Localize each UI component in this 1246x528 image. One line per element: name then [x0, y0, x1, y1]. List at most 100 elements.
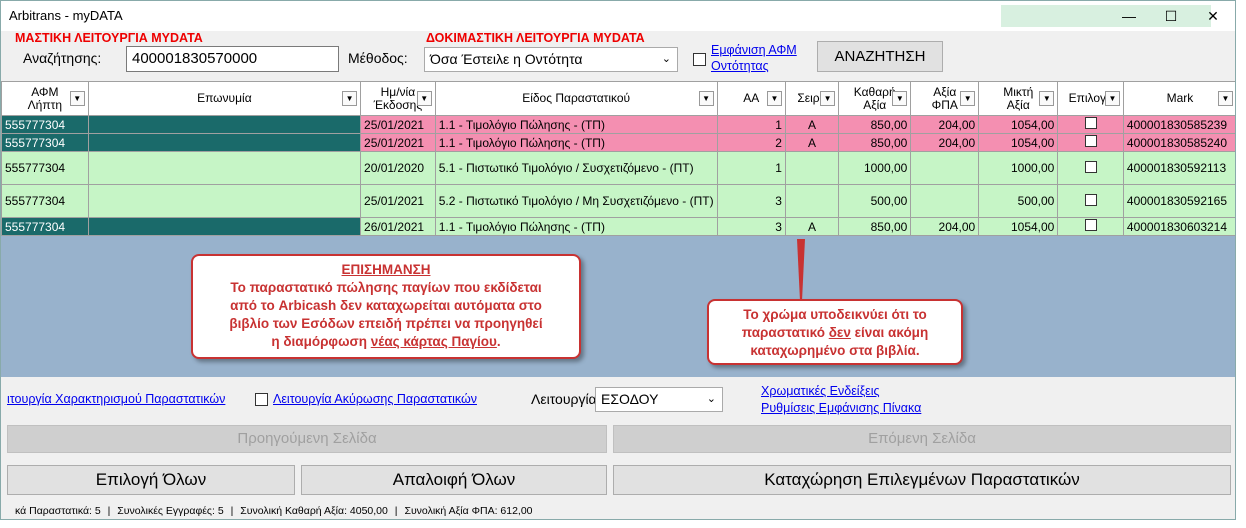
col-header-afm[interactable]: ΑΦΜ Λήπτη ▼ — [1, 81, 89, 116]
filter-dropdown-icon[interactable]: ▼ — [1218, 91, 1233, 106]
col-header-aa[interactable]: ΑΑ ▼ — [716, 81, 786, 116]
cell-mark[interactable]: 400001830592113 — [1122, 151, 1235, 185]
table-row[interactable]: 555777304 25/01/2021 5.2 - Πιστωτικό Τιμ… — [1, 184, 1235, 218]
search-input[interactable]: 400001830570000 — [126, 46, 339, 72]
cell-gross[interactable]: 1000,00 — [978, 151, 1059, 185]
cell-afm[interactable]: 555777304 — [1, 184, 89, 218]
filter-dropdown-icon[interactable]: ▼ — [1039, 91, 1055, 106]
cell-mark[interactable]: 400001830603214 — [1122, 217, 1235, 236]
filter-dropdown-icon[interactable]: ▼ — [698, 91, 714, 106]
col-header-date[interactable]: Ημ/νία Έκδοσης ▼ — [360, 81, 436, 116]
col-header-type[interactable]: Είδος Παραστατικού ▼ — [434, 81, 718, 116]
cell-date[interactable]: 26/01/2021 — [360, 217, 436, 236]
cell-series[interactable]: A — [784, 133, 840, 152]
close-icon[interactable]: ✕ — [1193, 1, 1233, 31]
cell-name[interactable] — [87, 115, 362, 134]
minimize-icon[interactable]: — — [1109, 1, 1149, 31]
filter-dropdown-icon[interactable]: ▼ — [766, 91, 782, 106]
cell-vat[interactable]: 204,00 — [910, 115, 980, 134]
col-header-select[interactable]: Επιλογή ▼ — [1057, 81, 1124, 116]
cell-gross[interactable]: 500,00 — [978, 184, 1059, 218]
filter-dropdown-icon[interactable]: ▼ — [416, 91, 432, 106]
col-header-mark[interactable]: Mark ▼ — [1122, 81, 1235, 116]
filter-dropdown-icon[interactable]: ▼ — [69, 91, 85, 106]
cell-aa[interactable]: 2 — [716, 133, 786, 152]
table-row[interactable]: 555777304 25/01/2021 1.1 - Τιμολόγιο Πώλ… — [1, 115, 1235, 134]
col-header-name[interactable]: Επωνυμία ▼ — [87, 81, 362, 116]
next-page-button[interactable]: Επόμενη Σελίδα — [613, 425, 1231, 453]
cell-series[interactable] — [784, 151, 840, 185]
col-header-vat[interactable]: Αξία ΦΠΑ ▼ — [910, 81, 980, 116]
select-all-button[interactable]: Επιλογή Όλων — [7, 465, 295, 495]
cell-net[interactable]: 850,00 — [838, 217, 912, 236]
cell-name[interactable] — [87, 151, 362, 185]
cell-afm[interactable]: 555777304 — [1, 133, 89, 152]
operation-select[interactable]: ΕΣΟΔΟΥ ⌄ — [595, 387, 723, 412]
filter-dropdown-icon[interactable]: ▼ — [342, 91, 358, 106]
cell-type[interactable]: 5.1 - Πιστωτικό Τιμολόγιο / Συσχετιζόμεν… — [434, 151, 718, 185]
cell-series[interactable] — [784, 184, 840, 218]
cell-net[interactable]: 500,00 — [838, 184, 912, 218]
cell-mark[interactable]: 400001830592165 — [1122, 184, 1235, 218]
cell-aa[interactable]: 1 — [716, 151, 786, 185]
cell-mark[interactable]: 400001830585240 — [1122, 133, 1235, 152]
characterization-link[interactable]: ιτουργία Χαρακτηρισμού Παραστατικών — [7, 391, 225, 407]
table-row[interactable]: 555777304 26/01/2021 1.1 - Τιμολόγιο Πώλ… — [1, 217, 1235, 236]
cell-select[interactable] — [1057, 133, 1124, 152]
cell-vat[interactable] — [910, 184, 980, 218]
cell-type[interactable]: 1.1 - Τιμολόγιο Πώλησης - (ΤΠ) — [434, 133, 718, 152]
cell-gross[interactable]: 1054,00 — [978, 217, 1059, 236]
table-settings-link[interactable]: Ρυθμίσεις Εμφάνισης Πίνακα — [761, 400, 921, 416]
cell-select[interactable] — [1057, 217, 1124, 236]
col-header-series[interactable]: Σειρά ▼ — [784, 81, 840, 116]
cell-vat[interactable]: 204,00 — [910, 133, 980, 152]
method-select[interactable]: Όσα Έστειλε η Οντότητα ⌄ — [424, 47, 678, 72]
cell-series[interactable]: A — [784, 115, 840, 134]
cell-series[interactable]: A — [784, 217, 840, 236]
cell-mark[interactable]: 400001830585239 — [1122, 115, 1235, 134]
cell-select[interactable] — [1057, 184, 1124, 218]
cell-date[interactable]: 20/01/2020 — [360, 151, 436, 185]
filter-dropdown-icon[interactable]: ▼ — [960, 91, 976, 106]
cell-type[interactable]: 1.1 - Τιμολόγιο Πώλησης - (ΤΠ) — [434, 217, 718, 236]
cell-name[interactable] — [87, 133, 362, 152]
cell-select[interactable] — [1057, 151, 1124, 185]
row-select-checkbox[interactable] — [1084, 219, 1097, 231]
cell-name[interactable] — [87, 217, 362, 236]
cell-date[interactable]: 25/01/2021 — [360, 184, 436, 218]
filter-dropdown-icon[interactable]: ▼ — [820, 91, 836, 106]
cell-name[interactable] — [87, 184, 362, 218]
filter-dropdown-icon[interactable]: ▼ — [1104, 91, 1120, 106]
row-select-checkbox[interactable] — [1084, 193, 1097, 206]
cell-net[interactable]: 850,00 — [838, 115, 912, 134]
col-header-gross[interactable]: Μικτή Αξία ▼ — [978, 81, 1059, 116]
show-afm-checkbox[interactable] — [693, 53, 706, 66]
register-selected-button[interactable]: Καταχώρηση Επιλεγμένων Παραστατικών — [613, 465, 1231, 495]
table-row[interactable]: 555777304 20/01/2020 5.1 - Πιστωτικό Τιμ… — [1, 151, 1235, 185]
row-select-checkbox[interactable] — [1084, 117, 1097, 129]
cell-select[interactable] — [1057, 115, 1124, 134]
filter-dropdown-icon[interactable]: ▼ — [892, 91, 908, 106]
cell-gross[interactable]: 1054,00 — [978, 133, 1059, 152]
show-afm-link[interactable]: Εμφάνιση ΑΦΜ Οντότητας — [711, 42, 797, 74]
cell-date[interactable]: 25/01/2021 — [360, 115, 436, 134]
color-legend-link[interactable]: Χρωματικές Ενδείξεις — [761, 383, 880, 399]
row-select-checkbox[interactable] — [1084, 160, 1097, 173]
col-header-net[interactable]: Καθαρή Αξία ▼ — [838, 81, 912, 116]
cell-vat[interactable] — [910, 151, 980, 185]
cell-aa[interactable]: 3 — [716, 184, 786, 218]
deselect-all-button[interactable]: Απαλοιφή Όλων — [301, 465, 607, 495]
row-select-checkbox[interactable] — [1084, 135, 1097, 147]
cell-gross[interactable]: 1054,00 — [978, 115, 1059, 134]
cell-aa[interactable]: 1 — [716, 115, 786, 134]
search-button[interactable]: ΑΝΑΖΗΤΗΣΗ — [817, 41, 943, 72]
cell-net[interactable]: 850,00 — [838, 133, 912, 152]
cell-aa[interactable]: 3 — [716, 217, 786, 236]
cell-vat[interactable]: 204,00 — [910, 217, 980, 236]
cancellation-link[interactable]: Λειτουργία Ακύρωσης Παραστατικών — [273, 391, 477, 407]
cell-net[interactable]: 1000,00 — [838, 151, 912, 185]
cell-date[interactable]: 25/01/2021 — [360, 133, 436, 152]
maximize-icon[interactable]: ☐ — [1151, 1, 1191, 31]
cancellation-checkbox[interactable] — [255, 393, 268, 406]
previous-page-button[interactable]: Προηγούμενη Σελίδα — [7, 425, 607, 453]
